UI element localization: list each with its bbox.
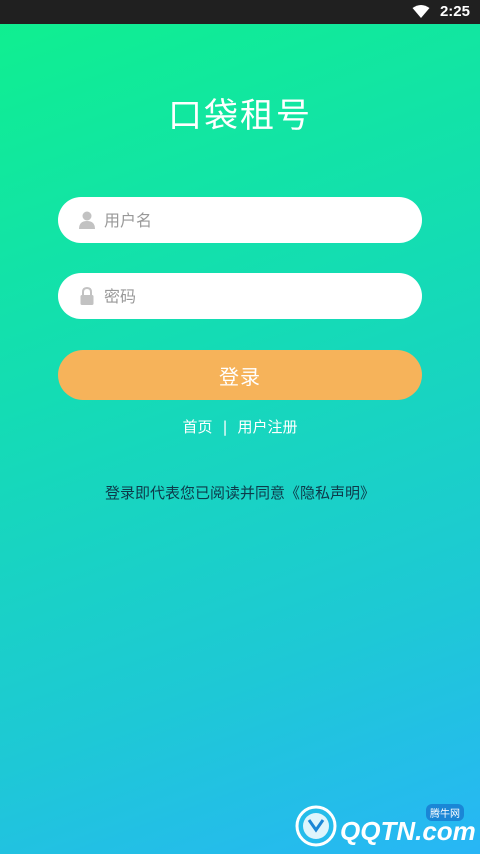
lock-icon: [80, 286, 94, 305]
password-input[interactable]: [104, 273, 404, 319]
wifi-icon: [412, 5, 430, 18]
home-link[interactable]: 首页: [182, 418, 212, 436]
login-button[interactable]: 登录: [58, 350, 422, 400]
link-separator: |: [222, 418, 228, 436]
qqtn-logo-icon: [295, 805, 337, 847]
password-field[interactable]: [58, 273, 422, 319]
app-title: 口袋租号: [168, 96, 312, 136]
register-link[interactable]: 用户注册: [238, 418, 298, 436]
watermark-tag: 腾牛网: [426, 804, 464, 821]
user-icon: [79, 211, 95, 229]
watermark: QQTN.com 腾牛网: [294, 804, 476, 848]
username-input[interactable]: [104, 197, 404, 243]
status-time: 2:25: [439, 3, 470, 20]
footer-links: 首页 | 用户注册: [0, 416, 480, 437]
privacy-agreement-text[interactable]: 登录即代表您已阅读并同意《隐私声明》: [0, 482, 480, 503]
status-bar: 2:25: [0, 0, 480, 24]
username-field[interactable]: [58, 197, 422, 243]
